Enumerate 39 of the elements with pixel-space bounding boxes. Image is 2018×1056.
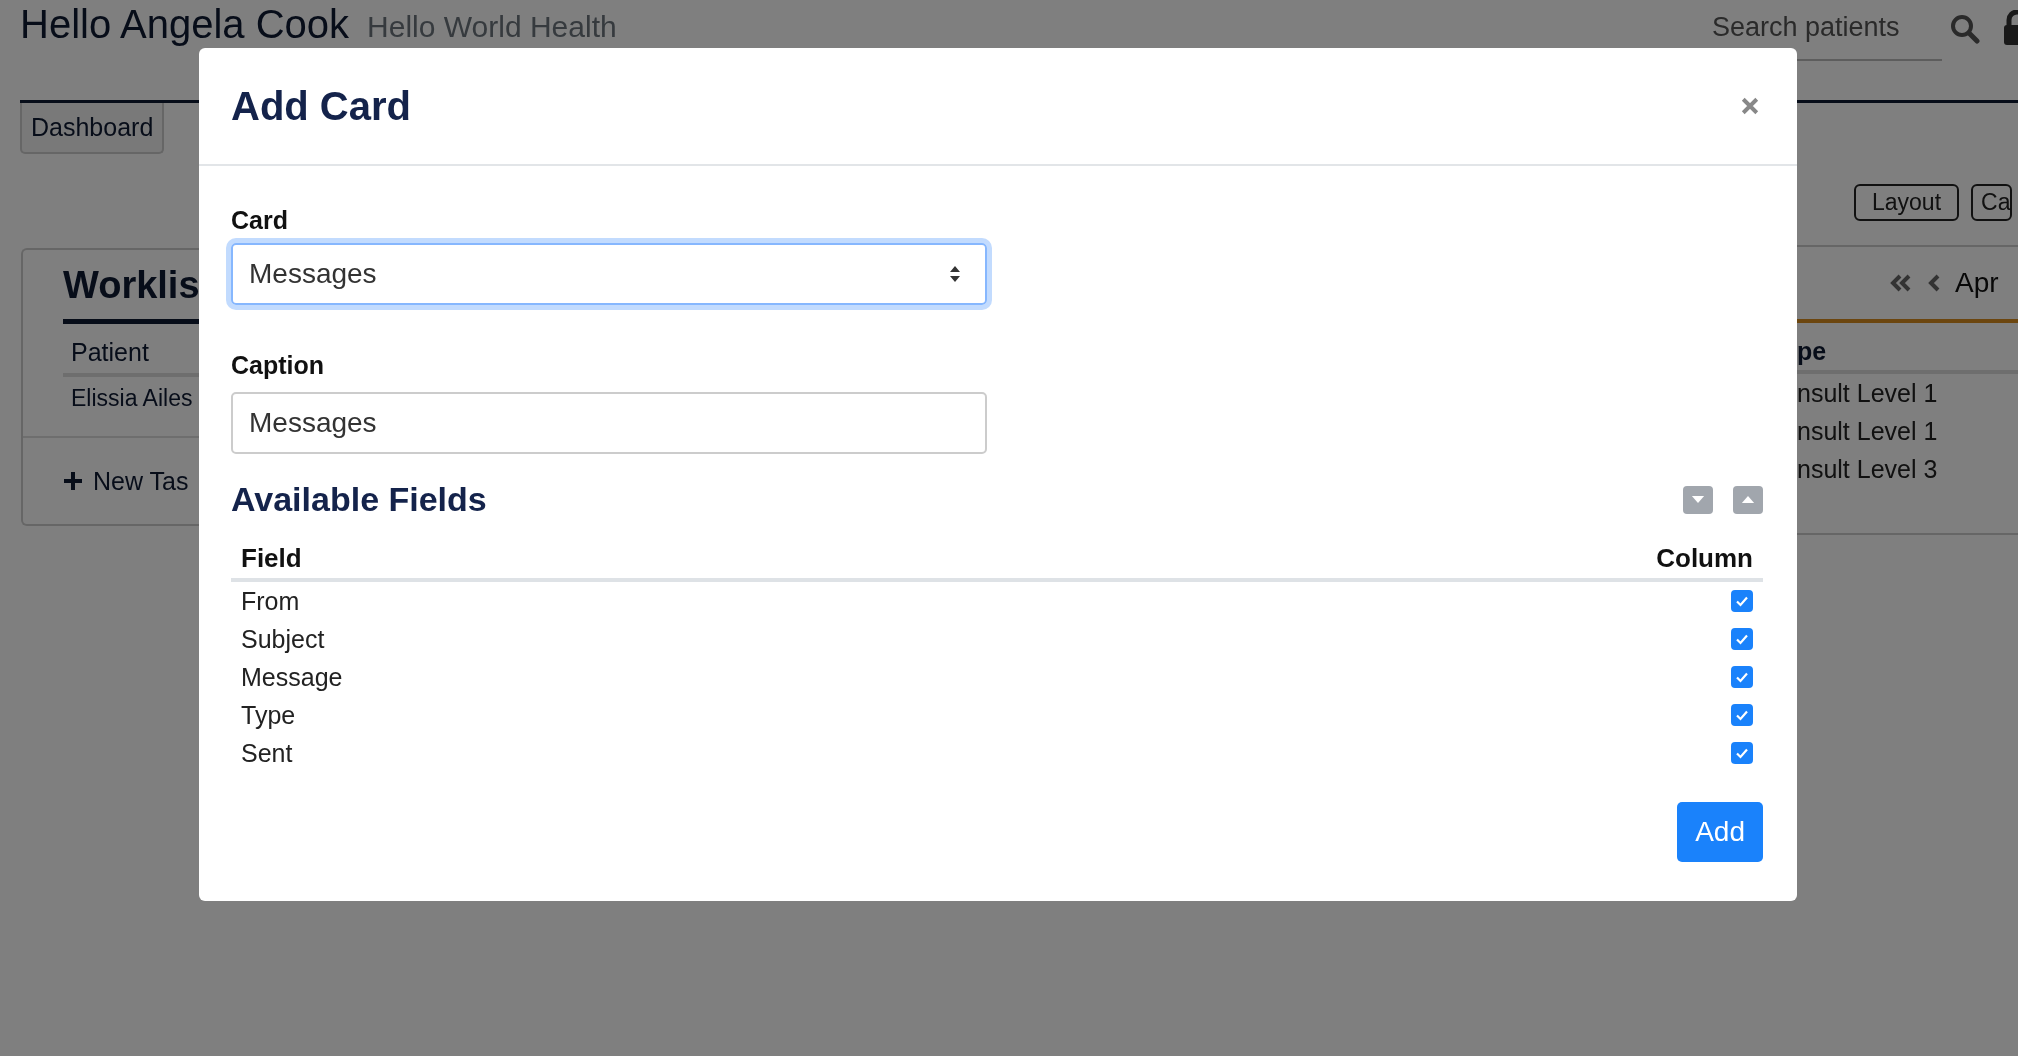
plus-icon xyxy=(63,471,83,491)
table-cell-text: nsult Level 1 xyxy=(1797,416,1939,447)
field-name: Message xyxy=(241,662,343,692)
field-name: Sent xyxy=(241,738,293,768)
organization-name: Hello World Health xyxy=(367,10,617,44)
checkbox[interactable] xyxy=(1731,704,1753,726)
field-name: From xyxy=(241,586,300,616)
caret-down-icon xyxy=(1691,495,1705,504)
toolbar-button[interactable]: Layout xyxy=(1854,184,1960,221)
caption-field[interactable]: Messages xyxy=(231,392,987,454)
double-chevron-left-icon[interactable] xyxy=(1889,273,1913,293)
section-title: Available Fields xyxy=(231,480,487,519)
table-cell-text: nsult Level 1 xyxy=(1797,378,1939,409)
checkbox[interactable] xyxy=(1731,628,1753,650)
search-icon[interactable] xyxy=(1950,14,1980,44)
patient-name: Elissia Ailes xyxy=(70,384,194,412)
dialog-title: Add Card xyxy=(231,83,411,129)
new-task-button[interactable]: New Tas xyxy=(63,466,189,496)
sort-caret-icon xyxy=(949,264,961,284)
caret-up-icon xyxy=(1741,495,1755,504)
caret-down-button[interactable] xyxy=(1683,485,1713,514)
checkbox[interactable] xyxy=(1731,590,1753,612)
search-field[interactable]: Search patients xyxy=(1712,10,1942,61)
field-name: Subject xyxy=(241,624,325,654)
checkbox[interactable] xyxy=(1731,742,1753,764)
column-header: Column xyxy=(1656,543,1753,574)
field-label: Caption xyxy=(231,351,326,380)
dashboard-tab[interactable]: Dashboard xyxy=(20,103,165,154)
add-button[interactable]: Add xyxy=(1677,802,1763,862)
table-cell-text: nsult Level 3 xyxy=(1797,454,1939,485)
field-name: Type xyxy=(241,700,296,730)
column-header: Field xyxy=(241,543,302,574)
chevron-left-icon[interactable] xyxy=(1927,273,1941,293)
caret-up-button[interactable] xyxy=(1733,485,1763,514)
field-label: Card xyxy=(231,206,289,235)
greeting-title: Hello Angela Cook xyxy=(20,2,350,46)
toolbar-button[interactable]: Ca xyxy=(1971,184,2013,221)
checkbox[interactable] xyxy=(1731,666,1753,688)
month-label: Apr xyxy=(1955,267,1999,299)
